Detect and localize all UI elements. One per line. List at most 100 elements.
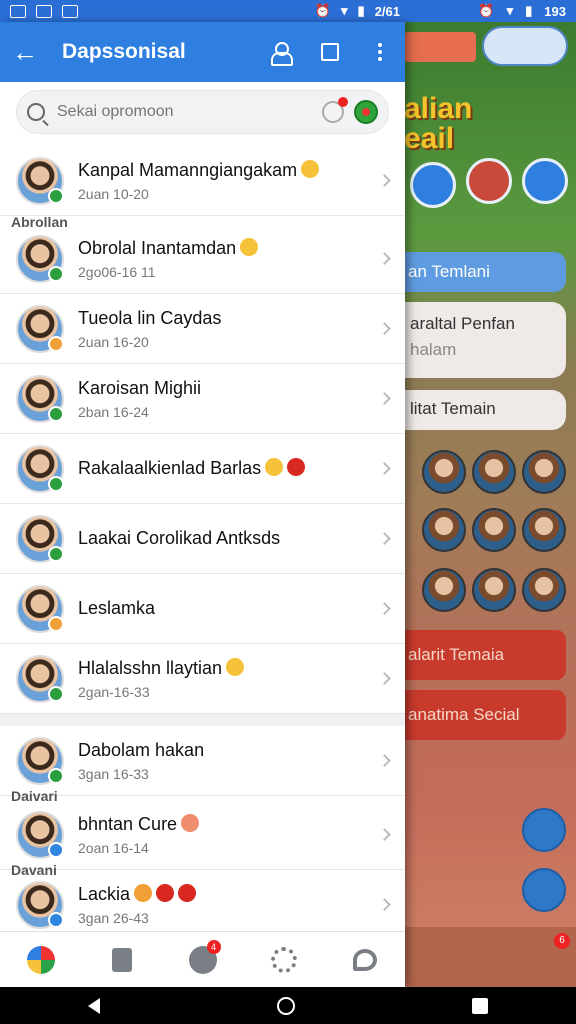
- notification-badge-icon[interactable]: [322, 97, 348, 123]
- list-item[interactable]: Rakalaalkienlad Barlas: [0, 434, 405, 504]
- orange-emoji-icon: [134, 883, 153, 902]
- contact-subtitle: 2ban 16-24: [78, 403, 149, 420]
- smile-emoji-icon: [301, 159, 320, 178]
- list-item[interactable]: Dabolam hakan 3gan 16-33: [0, 726, 405, 796]
- contact-name: Leslamka: [78, 598, 156, 618]
- contact-name: Obrolal Inantamdan: [78, 237, 237, 258]
- bg-banner: [404, 32, 476, 62]
- bg-icon-circle: [522, 158, 568, 204]
- verified-badge-icon: [48, 266, 64, 282]
- bg-tab-badge: 6: [554, 933, 570, 949]
- bg-face: [422, 568, 466, 612]
- contact-subtitle: 2go06-16 11: [78, 263, 156, 280]
- tab-badge: 4: [206, 939, 221, 954]
- wink-emoji-icon: [240, 237, 259, 256]
- chevron-right-icon: [378, 754, 391, 767]
- contact-name: Karoisan Mighii: [78, 377, 202, 398]
- status-bar: ⏰ ▾ ▮ 2/61 ⏰ ▾ ▮ 193: [0, 0, 576, 22]
- wink-emoji-icon: [226, 657, 245, 676]
- nav-recents-icon[interactable]: [471, 997, 488, 1014]
- contact-subtitle: 2uan 16-20: [78, 333, 149, 350]
- wifi-icon: ▾: [341, 3, 348, 18]
- bg-title-line2: eail: [404, 122, 455, 155]
- heart-emoji-icon: [178, 883, 197, 902]
- notification-icon: [10, 4, 26, 18]
- bg-fab: [522, 808, 566, 852]
- search-bar: [16, 90, 389, 134]
- contact-name: Hlalalsshn llaytian: [78, 657, 223, 678]
- status-time-right: 193: [544, 3, 566, 19]
- tab-tasks[interactable]: 4: [187, 939, 221, 976]
- contact-name: Tueola lin Caydas: [78, 307, 222, 328]
- more-menu-button[interactable]: [367, 39, 393, 65]
- battery-icon-right: ▮: [525, 3, 533, 18]
- bg-face: [422, 450, 466, 494]
- bg-avatars-pill: [482, 26, 568, 66]
- back-arrow-icon[interactable]: ←: [12, 37, 48, 68]
- bg-face: [522, 508, 566, 552]
- contact-subtitle: 2uan 10-20: [78, 185, 149, 202]
- bg-red-label: alarit Temaia: [408, 645, 505, 664]
- more-vertical-icon: [378, 43, 382, 61]
- verified-badge-icon: [48, 476, 64, 492]
- verified-badge-icon: [48, 188, 64, 204]
- list-item[interactable]: Hlalalsshn llaytian 2gan-16-33: [0, 644, 405, 714]
- bg-face: [522, 450, 566, 494]
- status-time: 2/61: [374, 3, 400, 19]
- contact-subtitle: 3gan 26-43: [78, 909, 149, 926]
- chevron-right-icon: [378, 532, 391, 545]
- list-item[interactable]: bhntan Cure 2oan 16-14: [0, 800, 405, 870]
- bg-face: [472, 568, 516, 612]
- person-icon: [271, 42, 293, 66]
- alarm-icon: ⏰: [314, 3, 331, 18]
- verified-badge-icon: [48, 842, 64, 858]
- profile-button[interactable]: [267, 39, 293, 66]
- smile-emoji-icon: [265, 458, 284, 476]
- bg-face: [472, 450, 516, 494]
- bg-avatar-circle: [466, 158, 512, 204]
- status-green-icon[interactable]: [354, 100, 378, 124]
- bg-face: [422, 508, 466, 552]
- chevron-right-icon: [378, 602, 391, 615]
- bg-card-line1: araltal Penfan: [410, 314, 515, 333]
- nav-back-icon[interactable]: [88, 997, 101, 1014]
- tab-explore[interactable]: [268, 944, 300, 976]
- list-item[interactable]: Obrolal Inantamdan 2go06-16 11: [0, 224, 405, 294]
- contact-subtitle: 2gan-16-33: [78, 683, 150, 700]
- square-button[interactable]: [317, 39, 343, 65]
- bg-face: [472, 508, 516, 552]
- battery-icon: ▮: [357, 3, 365, 18]
- bg-toggle-label: litat Temain: [410, 399, 496, 418]
- bg-bottom-bar: 6: [404, 927, 576, 987]
- verified-badge-icon: [48, 546, 64, 562]
- tab-chat[interactable]: [349, 944, 381, 976]
- heart-emoji-icon: [287, 458, 306, 476]
- verified-badge-icon: [48, 616, 64, 632]
- bg-card-line2: halam: [410, 340, 457, 359]
- search-input[interactable]: [57, 103, 322, 121]
- wifi-icon-right: ▾: [506, 3, 514, 18]
- chevron-right-icon: [378, 252, 391, 265]
- contact-subtitle: 3gan 16-33: [78, 765, 149, 782]
- list-item[interactable]: Laakai Corolikad Antksds: [0, 504, 405, 574]
- heart-emoji-icon: [156, 883, 175, 902]
- bg-icon-circle: [410, 162, 456, 208]
- game-icon: [26, 945, 55, 974]
- chevron-right-icon: [378, 898, 391, 911]
- bg-red-button: alarit Temaia: [404, 630, 566, 680]
- verified-badge-icon: [48, 686, 64, 702]
- tab-game[interactable]: [25, 944, 57, 976]
- list-item[interactable]: Lackia 3gan 26-43: [0, 870, 405, 940]
- list-item[interactable]: Leslamka: [0, 574, 405, 644]
- verified-badge-icon: [48, 336, 64, 352]
- bg-title-line1: alian: [404, 92, 473, 125]
- contacts-drawer: ← Dapssonisal Kanpal Mamanngiangakam 2ua…: [0, 22, 405, 987]
- chevron-right-icon: [378, 672, 391, 685]
- list-item[interactable]: Kanpal Mamanngiangakam 2uan 10-20: [0, 146, 405, 216]
- list-item[interactable]: Tueola lin Caydas 2uan 16-20: [0, 294, 405, 364]
- list-item[interactable]: Karoisan Mighii 2ban 16-24: [0, 364, 405, 434]
- chevron-right-icon: [378, 322, 391, 335]
- square-icon: [321, 43, 339, 61]
- nav-home-icon[interactable]: [276, 996, 295, 1015]
- tab-list[interactable]: [106, 944, 138, 976]
